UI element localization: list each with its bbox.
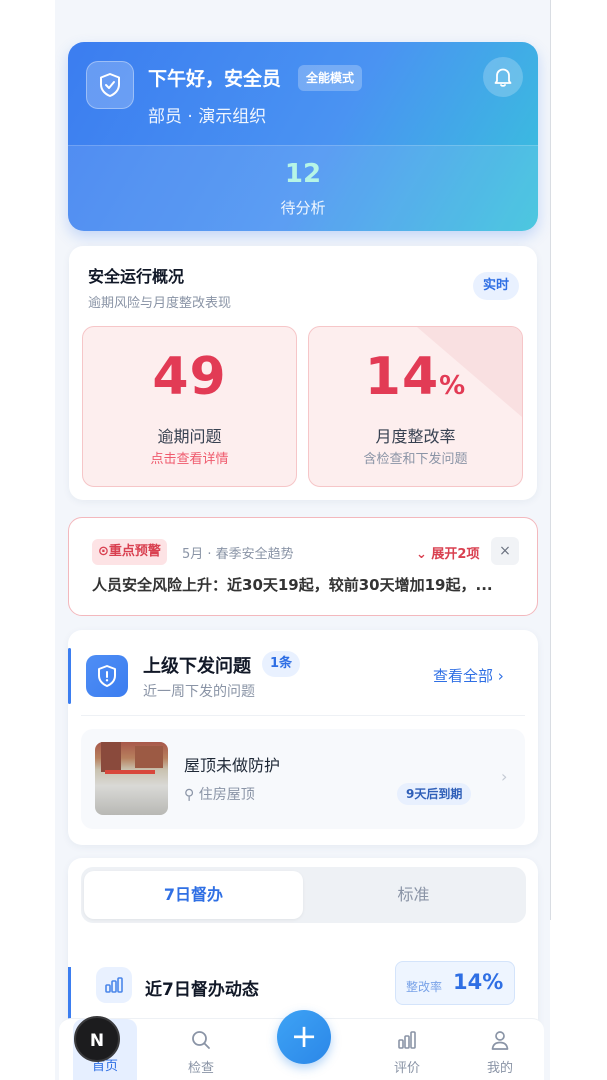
- expand-label: 展开2项: [431, 547, 480, 562]
- nav-mine[interactable]: 我的: [470, 1029, 530, 1076]
- superior-issues-card: 上级下发问题 1条 近一周下发的问题 查看全部 › 屋顶未做防护 ⚲ 住房屋顶 …: [68, 630, 538, 845]
- close-button[interactable]: ×: [491, 537, 519, 565]
- overview-subtitle: 逾期风险与月度整改表现: [88, 296, 232, 311]
- header-card: 下午好，安全员 全能模式 部员 · 演示组织 12 待分析: [68, 42, 538, 231]
- warning-text: 人员安全风险上升：近30天19起，较前30天增加19起，...: [92, 576, 493, 594]
- overdue-stat-card[interactable]: 49 逾期问题 点击查看详情: [82, 326, 297, 487]
- safety-overview-card: 安全运行概况 逾期风险与月度整改表现 实时 49 逾期问题 点击查看详情 14%…: [69, 246, 537, 500]
- rectify-number: 14: [364, 347, 440, 407]
- rectify-rate-card[interactable]: 14% 月度整改率 含检查和下发问题: [308, 326, 523, 487]
- nav-mine-label: 我的: [486, 1061, 513, 1076]
- issues-count-badge: 1条: [262, 651, 301, 677]
- view-all-link[interactable]: 查看全部 ›: [433, 665, 504, 686]
- add-button[interactable]: +: [277, 1010, 331, 1064]
- tab-standard[interactable]: 标准: [304, 871, 523, 919]
- issue-photo: [95, 742, 168, 815]
- rectify-unit: %: [439, 371, 467, 401]
- issue-list-item[interactable]: 屋顶未做防护 ⚲ 住房屋顶 9天后到期 ›: [81, 729, 525, 829]
- app-screen: 下午好，安全员 全能模式 部员 · 演示组织 12 待分析 安全运行概况 逾期风…: [55, 0, 550, 1080]
- pending-count: 12: [284, 159, 322, 189]
- rate-label: 整改率: [406, 980, 443, 994]
- key-warning-card[interactable]: ⊙重点预警 5月 · 春季安全趋势 ⌄ 展开2项 × 人员安全风险上升：近30天…: [68, 517, 538, 616]
- overdue-hint: 点击查看详情: [150, 452, 229, 467]
- greeting-text: 下午好，安全员: [148, 68, 282, 90]
- shield-alert-icon: [86, 655, 128, 697]
- user-icon: [491, 1031, 509, 1050]
- bottom-nav: 首页 检查 + 评价 我的: [59, 1010, 544, 1080]
- rectify-rate-box: 整改率 14%: [395, 961, 515, 1005]
- accent-bar: [68, 648, 71, 704]
- overdue-value: 49: [152, 347, 227, 407]
- rectify-hint: 含检查和下发问题: [363, 452, 468, 467]
- search-icon: [192, 1031, 210, 1049]
- nav-eval-label: 评价: [393, 1061, 420, 1076]
- tab-7day-supervision[interactable]: 7日督办: [84, 871, 303, 919]
- nav-check[interactable]: 检查: [171, 1029, 231, 1076]
- shield-icon: [86, 61, 134, 109]
- location-pin-icon: ⚲: [184, 787, 199, 803]
- org-text: 部员 · 演示组织: [148, 107, 267, 127]
- supervision-title: 近7日督办动态: [145, 980, 259, 1000]
- rectify-rate-value: 14%: [309, 347, 522, 407]
- live-badge: 实时: [472, 272, 519, 300]
- nav-eval[interactable]: 评价: [377, 1029, 437, 1076]
- bell-icon[interactable]: [483, 57, 523, 97]
- pending-analysis[interactable]: 12 待分析: [68, 145, 538, 231]
- rate-value: 14%: [453, 970, 504, 994]
- overdue-label: 逾期问题: [157, 427, 222, 446]
- dev-overlay-button[interactable]: N: [74, 1016, 120, 1062]
- due-badge: 9天后到期: [397, 783, 472, 805]
- issue-location: ⚲ 住房屋顶: [184, 784, 255, 804]
- expand-button[interactable]: ⌄ 展开2项: [416, 543, 479, 562]
- warning-tag-label: 重点预警: [108, 544, 161, 559]
- accent-bar: [68, 967, 71, 1019]
- issues-title: 上级下发问题: [143, 656, 251, 677]
- pending-label: 待分析: [280, 199, 326, 217]
- bar-chart-icon: [96, 967, 132, 1003]
- warning-tag: ⊙重点预警: [92, 539, 167, 565]
- issue-name: 屋顶未做防护: [184, 756, 281, 775]
- nav-check-label: 检查: [187, 1061, 214, 1076]
- chevron-right-icon: ›: [501, 767, 508, 786]
- overview-title: 安全运行概况: [88, 267, 185, 286]
- issue-location-text: 住房屋顶: [198, 787, 255, 803]
- supervision-tabs: 7日督办 标准: [81, 867, 526, 923]
- rectify-label: 月度整改率: [375, 427, 456, 446]
- warning-meta: 5月 · 春季安全趋势: [182, 547, 294, 562]
- issues-subtitle: 近一周下发的问题: [143, 684, 255, 700]
- bar-chart-icon: [398, 1031, 416, 1049]
- divider: [81, 715, 525, 716]
- mode-badge: 全能模式: [298, 65, 363, 91]
